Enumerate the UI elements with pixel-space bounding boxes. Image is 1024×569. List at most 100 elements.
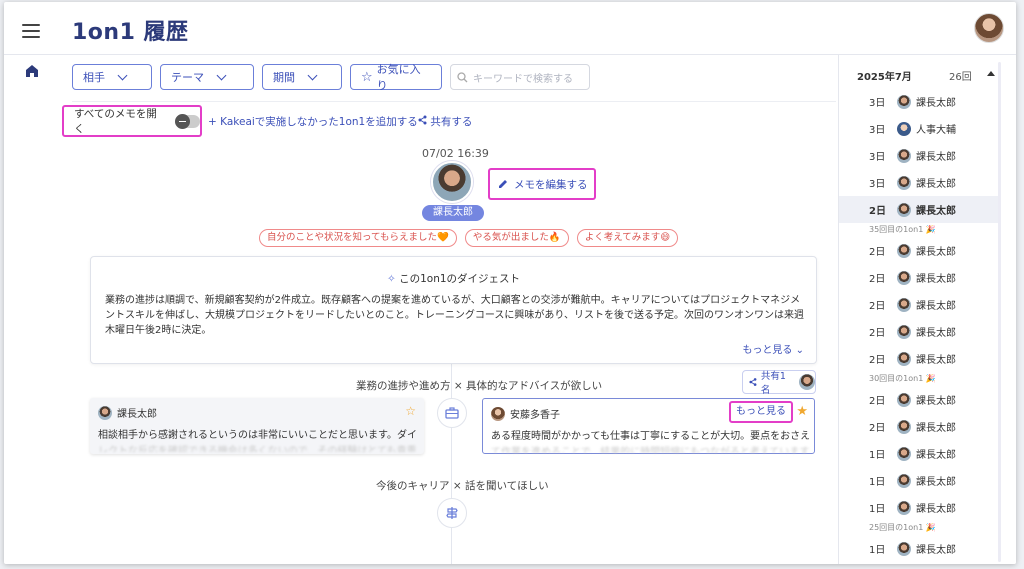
history-item[interactable]: 3日 課長太郎 [839,142,999,169]
shared-count-button[interactable]: 共有1名 [742,370,816,396]
home-icon[interactable] [25,64,39,78]
avatar [897,473,911,488]
history-item[interactable]: 2日 課長太郎 [839,291,999,318]
history-item[interactable]: 2日 課長太郎 [839,237,999,264]
history-name: 課長太郎 [916,450,956,461]
history-item[interactable]: 1日 課長太郎 [839,467,999,494]
more-button[interactable]: もっと見る [729,401,793,423]
milestone-label: 30回目の1on1 🎉 [869,374,936,383]
history-item-selected[interactable]: 2日 課長太郎 [839,196,999,223]
history-item[interactable]: 3日 人事大輔 [839,115,999,142]
add-outside-1on1-link[interactable]: + Kakeaiで実施しなかった1on1を追加する [208,114,418,129]
history-name: 課長太郎 [916,396,956,407]
memo-card-header: 安藤多香子 [491,406,560,421]
history-item[interactable]: 2日 課長太郎 [839,345,999,372]
history-day: 2日 [869,423,886,434]
avatar [897,351,911,366]
chevron-down-icon: ⌄ [792,345,804,356]
avatar [897,243,911,258]
avatar [491,406,505,421]
pencil-icon [499,180,507,188]
milestone-label: 35回目の1on1 🎉 [869,225,936,234]
history-name: 課長太郎 [916,152,956,163]
history-name: 課長太郎 [916,247,956,258]
history-item[interactable]: 1日 課長太郎 [839,494,999,521]
memo-text-faded: て作業を進めることで、結果的に時間短縮にもつながると考えています。 [491,447,809,453]
reaction-badge: 自分のことや状況を知ってもらえました🧡 [259,229,457,247]
digest-more-link[interactable]: もっと見る ⌄ [742,341,804,356]
shared-avatar [799,374,815,390]
share-icon [418,115,427,125]
history-name: 課長太郎 [916,504,956,515]
memo-card-member[interactable]: 安藤多香子 もっと見る ★ ある程度時間がかかっても仕事は丁寧にすることが大切。… [482,398,815,454]
memo-card-manager[interactable]: 課長太郎 ☆ 相談相手から感謝されるというのは非常にいいことだと思います。ダイ … [90,398,424,454]
chevron-down-icon [117,70,128,80]
history-item[interactable]: 1日 課長太郎 [839,535,999,562]
avatar [98,405,112,420]
search-icon [457,71,468,82]
digest-more-label: もっと見る [742,345,793,356]
open-all-memos-label: すべてのメモを開く [74,108,157,135]
share-icon [749,378,757,386]
search-input[interactable]: キーワードで検索する [450,64,590,90]
history-day: 3日 [869,125,886,136]
avatar [897,202,911,217]
avatar [897,324,911,339]
signpost-icon [437,498,467,528]
period-filter[interactable]: 期間 [262,64,342,90]
add-outside-1on1-label: Kakeaiで実施しなかった1on1を追加する [220,116,418,128]
share-link[interactable]: 共有する [418,114,472,129]
history-item[interactable]: 2日 課長太郎 [839,264,999,291]
history-scrollbar[interactable] [998,62,1001,562]
open-all-memos-toggle[interactable]: すべてのメモを開く [62,105,202,137]
menu-icon[interactable] [22,24,40,38]
partner-filter[interactable]: 相手 [72,64,152,90]
history-name: 課長太郎 [916,301,956,312]
theme-filter-label: テーマ [171,71,204,84]
memo-author: 安藤多香子 [510,410,560,421]
avatar [897,270,911,285]
history-name: 課長太郎 [916,179,956,190]
period-filter-label: 期間 [273,71,295,84]
filter-divider [72,101,836,102]
star-icon[interactable]: ★ [796,404,808,419]
avatar [897,541,911,556]
history-item[interactable]: 3日 課長太郎 [839,88,999,115]
page-title: 1on1 履歴 [72,20,189,45]
history-day: 2日 [869,328,886,339]
edit-memo-label: メモを編集する [514,178,588,191]
history-name: 人事大輔 [916,125,956,136]
toggle-switch[interactable] [174,113,200,129]
topic-heading: 業務の進捗や進め方 × 具体的なアドバイスが欲しい [356,380,603,392]
favorite-filter[interactable]: ☆ お気に入り [350,63,442,92]
history-day: 2日 [869,355,886,366]
history-item[interactable]: 2日 課長太郎 [839,413,999,440]
history-item[interactable]: 1日 課長太郎 [839,440,999,467]
memo-author: 課長太郎 [117,409,157,420]
history-name: 課長太郎 [916,477,956,488]
user-avatar[interactable] [974,13,1004,43]
memo-text-faded: レクトな反応を確認できる機会は多くないので、その経験はとても貴重です。 [98,446,416,452]
history-day: 1日 [869,545,886,556]
history-name: 課長太郎 [916,206,956,217]
history-day: 2日 [869,301,886,312]
reaction-badge: よく考えてみます😄 [576,229,679,247]
session-datetime: 07/02 16:39 [422,147,489,160]
avatar [897,500,911,515]
history-day: 2日 [869,396,886,407]
digest-title-text: この1on1のダイジェスト [399,273,521,285]
history-item[interactable]: 2日 課長太郎 [839,386,999,413]
history-day: 1日 [869,504,886,515]
history-item[interactable]: 3日 課長太郎 [839,169,999,196]
digest-title: ✧ この1on1のダイジェスト [91,271,816,286]
edit-memo-button[interactable]: メモを編集する [488,168,596,200]
sparkle-icon: ✧ [386,273,400,285]
history-item[interactable]: 2日 課長太郎 [839,318,999,345]
history-name: 課長太郎 [916,274,956,285]
caret-up-icon[interactable] [987,71,995,76]
star-icon[interactable]: ☆ [405,404,416,418]
theme-filter[interactable]: テーマ [160,64,254,90]
history-name: 課長太郎 [916,545,956,556]
session-name-badge: 課長太郎 [422,205,484,221]
app-window: 1on1 履歴 相手 テーマ 期間 ☆ お気に入り キーワードで検索する すべての… [4,2,1016,564]
